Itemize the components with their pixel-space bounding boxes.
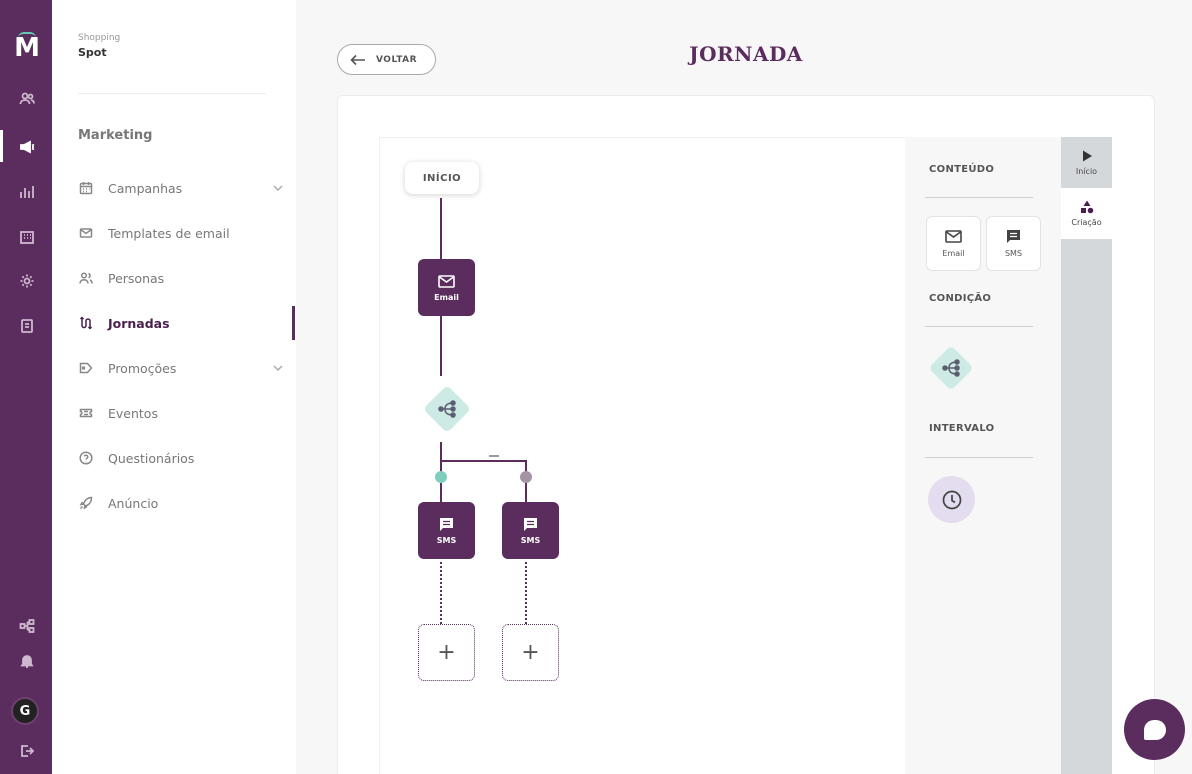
- sidebar-item-personas[interactable]: Personas: [78, 267, 284, 289]
- connector-line: [440, 316, 442, 376]
- palette-divider: [925, 326, 1033, 327]
- question-icon: [78, 450, 94, 466]
- org-name[interactable]: Spot: [78, 46, 107, 59]
- sidebar-item-label: Questionários: [108, 450, 195, 466]
- clock-icon: [942, 490, 961, 509]
- gear-icon[interactable]: [16, 270, 38, 292]
- mail-icon: [945, 230, 962, 243]
- add-step-button[interactable]: +: [502, 624, 559, 681]
- sidebar-item-jornadas[interactable]: Jornadas: [78, 312, 284, 334]
- play-icon: [1082, 150, 1092, 162]
- branch-mark: [489, 455, 499, 457]
- start-node[interactable]: INÍCIO: [405, 162, 479, 194]
- rail-active-indicator: [0, 130, 3, 162]
- tag-icon: [78, 360, 94, 376]
- sidebar-item-questionarios[interactable]: Questionários: [78, 447, 284, 469]
- bar-chart-icon[interactable]: [16, 181, 38, 203]
- journey-icon: [78, 315, 94, 331]
- megaphone-icon[interactable]: [16, 136, 38, 158]
- users-icon: [78, 270, 94, 286]
- mail-icon: [438, 274, 455, 288]
- chevron-down-icon[interactable]: [272, 362, 284, 374]
- chat-button[interactable]: [1124, 699, 1185, 760]
- shapes-icon: [1080, 200, 1093, 214]
- chat-bubble-icon: [1143, 719, 1166, 740]
- sidebar-item-label: Campanhas: [108, 180, 183, 196]
- tab-criacao[interactable]: Criação: [1061, 188, 1112, 239]
- message-icon: [440, 517, 453, 531]
- arrow-left-icon: [350, 54, 365, 65]
- app-rail: M G: [0, 0, 52, 774]
- sidebar-divider: [78, 93, 266, 94]
- ticket-icon: [78, 405, 94, 421]
- add-step-button[interactable]: +: [418, 624, 475, 681]
- sidebar-active-indicator: [292, 306, 295, 340]
- branch-line: [440, 460, 526, 462]
- connector-line: [440, 442, 442, 472]
- sidebar-item-templates-de-email[interactable]: Templates de email: [78, 222, 284, 244]
- customers-icon[interactable]: [16, 88, 38, 110]
- dotted-connector: [525, 562, 527, 624]
- connector-line: [440, 198, 442, 259]
- palette-interval-item[interactable]: [928, 476, 975, 523]
- palette-divider: [925, 197, 1033, 198]
- back-button[interactable]: VOLTAR: [337, 44, 436, 75]
- app-logo[interactable]: M: [14, 32, 40, 64]
- connector-line: [440, 483, 442, 502]
- palette-condition-title: CONDIÇÃO: [929, 293, 992, 304]
- palette-content-title: CONTEÚDO: [929, 164, 995, 175]
- sidebar-item-label: Eventos: [108, 405, 158, 421]
- user-avatar[interactable]: G: [11, 697, 39, 725]
- sidebar-item-label: Personas: [108, 270, 165, 286]
- sms-node-label: SMS: [520, 535, 541, 545]
- sidebar: Shopping Spot Marketing Campanhas Templa…: [52, 0, 296, 774]
- sidebar-item-label: Promoções: [108, 360, 177, 376]
- branch-icon: [942, 359, 960, 377]
- message-icon: [524, 517, 537, 531]
- palette-divider: [925, 457, 1033, 458]
- sidebar-item-label: Jornadas: [108, 315, 170, 331]
- sidebar-item-campanhas[interactable]: Campanhas: [78, 177, 284, 199]
- rocket-icon: [78, 495, 94, 511]
- sidebar-item-label: Templates de email: [108, 225, 230, 241]
- chevron-down-icon[interactable]: [272, 182, 284, 194]
- tab-label: Início: [1075, 167, 1098, 176]
- palette-sms-item[interactable]: SMS: [986, 216, 1041, 271]
- connector-line: [525, 483, 527, 502]
- org-subtitle: Shopping: [78, 33, 121, 43]
- email-node[interactable]: Email: [418, 259, 475, 316]
- sms-node[interactable]: SMS: [418, 502, 475, 559]
- sidebar-item-label: Anúncio: [108, 495, 159, 511]
- back-button-label: VOLTAR: [376, 54, 418, 65]
- mail-icon: [78, 225, 94, 241]
- palette-email-item[interactable]: Email: [926, 216, 981, 271]
- sidebar-item-eventos[interactable]: Eventos: [78, 402, 284, 424]
- logout-icon[interactable]: [16, 740, 38, 762]
- email-node-label: Email: [434, 292, 459, 302]
- sidebar-item-anuncio[interactable]: Anúncio: [78, 492, 284, 514]
- message-icon: [1007, 230, 1020, 243]
- palette-sms-label: SMS: [1004, 249, 1023, 258]
- palette-interval-title: INTERVALO: [929, 423, 995, 434]
- sidebar-section-title: Marketing: [78, 128, 153, 143]
- calendar-icon: [78, 180, 94, 196]
- palette-email-label: Email: [942, 249, 965, 258]
- org-chart-icon[interactable]: [16, 615, 38, 637]
- sidebar-item-promocoes[interactable]: Promoções: [78, 357, 284, 379]
- dotted-connector: [440, 562, 442, 624]
- building-icon[interactable]: [16, 226, 38, 248]
- bell-icon[interactable]: [16, 650, 38, 672]
- sms-node[interactable]: SMS: [502, 502, 559, 559]
- tab-inicio[interactable]: Início: [1061, 137, 1112, 188]
- branch-no-dot[interactable]: [520, 471, 532, 483]
- tab-label: Criação: [1071, 218, 1102, 227]
- coupon-icon[interactable]: [16, 315, 38, 337]
- branch-yes-dot[interactable]: [435, 471, 447, 483]
- sms-node-label: SMS: [436, 535, 457, 545]
- branch-icon: [438, 400, 456, 418]
- page-title: JORNADA: [689, 42, 803, 66]
